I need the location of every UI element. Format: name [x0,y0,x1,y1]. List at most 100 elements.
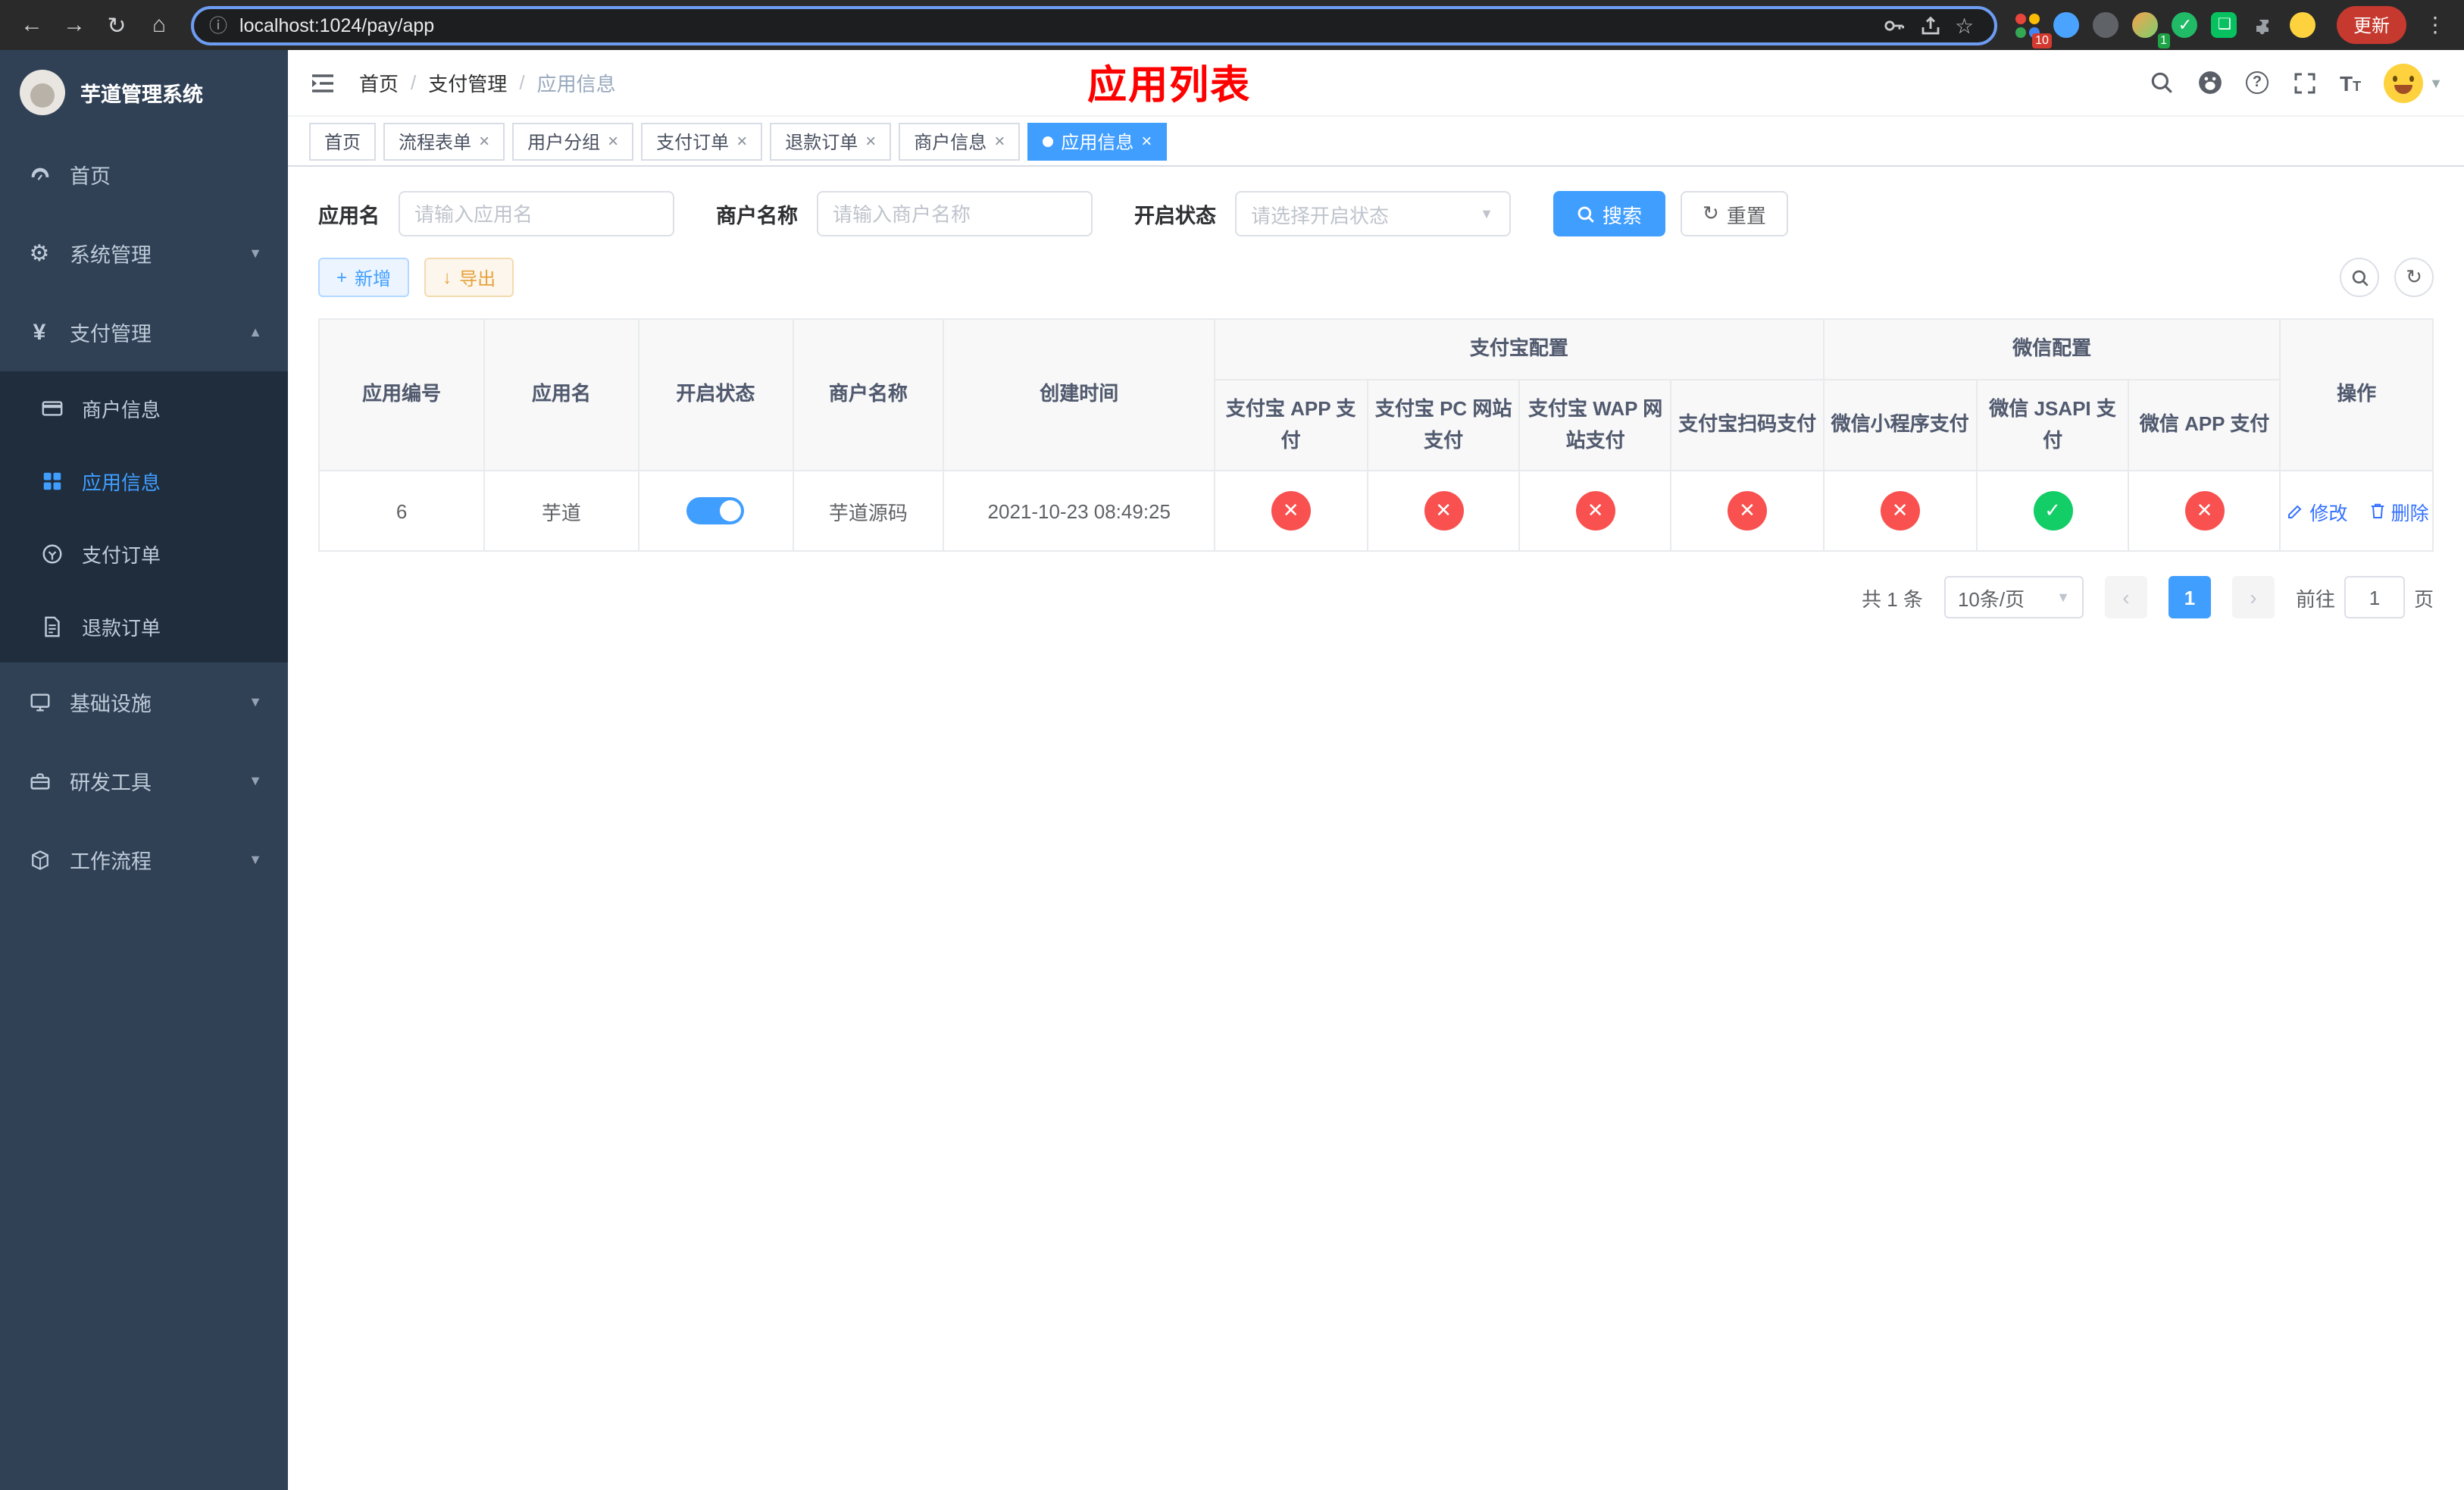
status-toggle[interactable] [686,497,745,525]
goto-unit: 页 [2413,587,2434,611]
channel-status-icon: ✕ [1424,491,1464,531]
extension-puzzle-icon[interactable] [2246,7,2282,43]
address-bar[interactable]: ⓘ localhost:1024/pay/app ☆ [191,5,1997,45]
sidebar-item-label: 应用信息 [82,471,161,493]
home-icon[interactable]: ⌂ [139,5,179,45]
tab-pay-orders[interactable]: 支付订单 × [641,122,763,160]
extension-drop-icon[interactable] [2049,7,2085,43]
sidebar-item-refund-orders[interactable]: 退款订单 [0,590,288,662]
forward-icon[interactable]: → [55,5,94,45]
tab-merchant-info[interactable]: 商户信息 × [899,122,1021,160]
extension-dark-icon[interactable] [2088,7,2125,43]
col-wechat-mini: 微信小程序支付 [1822,378,1978,472]
goto-page-input[interactable] [2344,576,2405,619]
close-icon[interactable]: × [608,132,618,150]
github-icon[interactable] [2197,70,2223,95]
sidebar: 芋道管理系统 首页 ⚙ 系统管理 ▼ ¥ 支付管理 ▲ 商户信息 应用信息 支付… [0,50,288,1490]
channel-status-icon: ✕ [1575,491,1615,531]
password-key-icon[interactable] [1882,13,1906,37]
sidebar-item-label: 工作流程 [70,850,152,873]
page-size-select[interactable]: 10条/页 ▼ [1943,576,2084,619]
help-icon[interactable]: ? [2246,71,2269,94]
add-button[interactable]: + 新增 [318,258,410,297]
close-icon[interactable]: × [736,132,747,150]
chevron-down-icon: ▼ [249,694,262,709]
extension-avatar-icon[interactable]: 1 [2128,7,2170,48]
sidebar-item-merchant-info[interactable]: 商户信息 [0,371,288,444]
toolbox-icon [26,769,53,792]
export-button[interactable]: ↓ 导出 [424,258,514,297]
payment-submenu: 商户信息 应用信息 支付订单 退款订单 [0,371,288,662]
extension-chat-icon[interactable]: ❑ [2206,7,2243,43]
yen-icon: ¥ [33,319,46,345]
col-status: 开启状态 [637,318,794,472]
toggle-search-icon[interactable] [2340,258,2379,297]
status-select[interactable]: 请选择开启状态 ▼ [1234,191,1510,236]
channel-status-icon: ✕ [1728,491,1768,531]
content: 应用名 商户名称 开启状态 请选择开启状态 ▼ [288,167,2464,619]
edit-link[interactable]: 修改 [2287,497,2347,526]
sidebar-item-payment[interactable]: ¥ 支付管理 ▲ [0,293,288,371]
tab-app-info[interactable]: 应用信息 × [1027,122,1168,160]
user-avatar[interactable]: ▼ [2384,63,2443,102]
sidebar-item-label: 退款订单 [82,616,161,639]
font-size-icon[interactable]: TT [2340,70,2361,95]
sidebar-item-pay-orders[interactable]: 支付订单 [0,517,288,590]
sidebar-item-infrastructure[interactable]: 基础设施 ▼ [0,662,288,741]
app-name-input[interactable] [398,191,674,236]
close-icon[interactable]: × [865,132,876,150]
collapse-sidebar-icon[interactable] [309,69,336,96]
extension-check-icon[interactable]: ✓ [2167,7,2203,43]
tab-user-group[interactable]: 用户分组 × [512,122,634,160]
col-wechat-app: 微信 APP 支付 [2128,378,2281,472]
tab-home[interactable]: 首页 [309,122,377,160]
tab-process-form[interactable]: 流程表单 × [383,122,505,160]
grid-icon [38,469,65,492]
col-created: 创建时间 [943,318,1215,472]
refresh-icon[interactable]: ↻ [2394,258,2434,297]
profile-avatar-icon[interactable] [2285,7,2322,43]
delete-link[interactable]: 删除 [2369,497,2429,526]
prev-page-button[interactable]: ‹ [2104,576,2147,619]
col-alipay-pc: 支付宝 PC 网站支付 [1366,378,1521,472]
merchant-name-input[interactable] [816,191,1092,236]
fullscreen-icon[interactable] [2291,70,2317,95]
sidebar-item-app-info[interactable]: 应用信息 [0,444,288,517]
next-page-button[interactable]: › [2231,576,2275,619]
search-button[interactable]: 搜索 [1553,191,1665,236]
extension-grid-icon[interactable]: 10 [2009,7,2052,48]
breadcrumb-home[interactable]: 首页 [359,68,399,97]
close-icon[interactable]: × [479,132,489,150]
bookmark-star-icon[interactable]: ☆ [1955,13,1979,37]
cell-merchant: 芋道源码 [792,470,945,552]
browser-update-button[interactable]: 更新 [2336,6,2406,44]
topbar-actions: ? TT ▼ [2149,63,2443,102]
back-icon[interactable]: ← [12,5,52,45]
sidebar-item-home[interactable]: 首页 [0,135,288,214]
channel-status-icon: ✕ [2184,491,2225,531]
breadcrumb-payment[interactable]: 支付管理 [428,68,507,97]
sidebar-item-workflow[interactable]: 工作流程 ▼ [0,820,288,899]
chevron-down-icon: ▼ [249,773,262,788]
sidebar-item-label: 支付管理 [70,323,152,346]
share-icon[interactable] [1918,13,1943,37]
browser-menu-icon[interactable]: ⋮ [2419,12,2452,38]
toolbar: + 新增 ↓ 导出 ↻ [318,258,2434,297]
close-icon[interactable]: × [994,132,1005,150]
current-page-button[interactable]: 1 [2168,576,2211,619]
document-icon [38,615,65,637]
trash-icon [2371,504,2384,519]
reset-button[interactable]: ↻ 重置 [1680,191,1789,236]
reload-icon[interactable]: ↻ [97,5,136,45]
refresh-icon: ↻ [1703,202,1719,224]
tab-refund-orders[interactable]: 退款订单 × [770,122,892,160]
sidebar-item-system[interactable]: ⚙ 系统管理 ▼ [0,214,288,293]
tags-view: 首页 流程表单 × 用户分组 × 支付订单 × 退款订单 × 商户信息 × 应用… [288,117,2464,167]
channel-status-icon: ✕ [1271,491,1311,531]
cell-status [637,470,794,552]
close-icon[interactable]: × [1141,132,1152,150]
search-icon[interactable] [2149,70,2175,95]
site-info-icon[interactable]: ⓘ [209,12,227,38]
sidebar-item-dev-tools[interactable]: 研发工具 ▼ [0,741,288,820]
plus-icon: + [336,267,348,288]
